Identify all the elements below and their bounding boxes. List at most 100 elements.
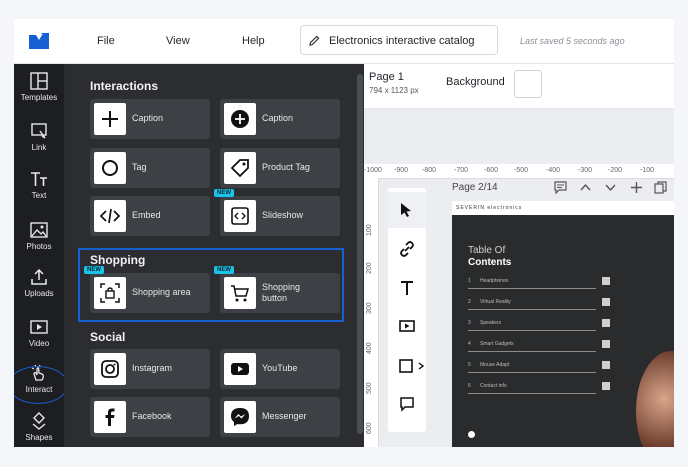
chevron-down-icon[interactable]: [604, 181, 617, 194]
text-tool[interactable]: [388, 270, 426, 306]
instagram-card[interactable]: Instagram: [90, 349, 210, 389]
shapes-icon: [32, 412, 46, 430]
rail-label-text: Text: [31, 191, 47, 200]
section-title-social: Social: [90, 330, 126, 344]
rail-label-shapes: Shapes: [25, 433, 53, 442]
code-icon: [100, 208, 120, 224]
rail-item-templates[interactable]: Templates: [14, 72, 64, 116]
caption-plus-card[interactable]: Caption: [90, 99, 210, 139]
rail-item-video[interactable]: Video: [14, 318, 64, 362]
ruler-h-tick: -400: [546, 167, 561, 174]
rail-label-templates: Templates: [20, 93, 58, 102]
video-tool[interactable]: [388, 308, 426, 344]
slideshow-label: Slideshow: [262, 210, 304, 220]
tag-icon-box: [94, 152, 126, 184]
rail-item-shapes[interactable]: Shapes: [14, 412, 64, 447]
facebook-icon-box: [94, 401, 126, 433]
toc-row-number: 1: [468, 278, 471, 284]
ruler-h-tick: -200: [608, 167, 623, 174]
ruler-v-tick: 100: [366, 224, 373, 236]
slideshow-icon-box: [224, 200, 256, 232]
rail-label-photos: Photos: [26, 242, 52, 251]
embed-icon-box: [94, 200, 126, 232]
vertical-ruler: 100 200 300 400 500 600: [364, 178, 379, 447]
select-tool[interactable]: [388, 192, 426, 228]
tool-strip: [388, 188, 426, 432]
toc-row: 1 Headphones: [468, 276, 610, 289]
tag-card[interactable]: Tag: [90, 148, 210, 188]
uploads-icon: [31, 268, 47, 285]
ruler-h-tick: -700: [454, 167, 469, 174]
rail-item-photos[interactable]: Photos: [14, 221, 64, 265]
app-logo-icon[interactable]: [28, 32, 50, 50]
video-play-icon: [399, 320, 415, 332]
add-page-icon[interactable]: [630, 181, 643, 194]
rail-label-uploads: Uploads: [24, 289, 54, 298]
panel-scrollbar[interactable]: [356, 64, 364, 447]
page-name: Page 1: [369, 71, 404, 83]
rail-item-text[interactable]: Text: [14, 170, 64, 214]
chevron-right-icon[interactable]: [418, 362, 424, 370]
toc-row-marker: [602, 298, 610, 306]
toc-row-number: 3: [468, 320, 471, 326]
shape-tool[interactable]: [388, 348, 426, 384]
toc-row-marker: [602, 319, 610, 327]
embed-card[interactable]: Embed: [90, 196, 210, 236]
toc-row-number: 2: [468, 299, 471, 305]
instagram-label: Instagram: [132, 363, 173, 373]
speaker-image: [636, 351, 674, 447]
toc-row: 2 Virtual Reality: [468, 297, 610, 310]
toc-row: 3 Speakers: [468, 318, 610, 331]
comment-icon[interactable]: [554, 181, 567, 194]
document-brand: SEVERIN electronics: [456, 205, 523, 211]
caption-plus-icon-box: [94, 103, 126, 135]
caption-circle-card[interactable]: Caption: [220, 99, 340, 139]
menu-view[interactable]: View: [166, 35, 190, 47]
toc-title-line2: Contents: [468, 257, 512, 268]
instagram-icon-box: [94, 353, 126, 385]
duplicate-page-icon[interactable]: [654, 181, 667, 194]
text-icon: [31, 172, 47, 186]
ruler-h-tick: -900: [394, 167, 409, 174]
document-title-field[interactable]: Electronics interactive catalog: [300, 25, 498, 55]
link-tool[interactable]: [388, 231, 426, 267]
menu-file[interactable]: File: [97, 35, 115, 47]
ruler-v-tick: 400: [366, 342, 373, 354]
slideshow-icon: [231, 207, 249, 225]
youtube-card[interactable]: YouTube: [220, 349, 340, 389]
rail-item-link[interactable]: Link: [14, 122, 64, 166]
rail-item-uploads[interactable]: Uploads: [14, 268, 64, 312]
chevron-up-icon[interactable]: [579, 181, 592, 194]
left-rail: Templates Link Text Photos Uploads Video…: [14, 64, 68, 447]
toc-row-title: Virtual Reality: [480, 299, 511, 305]
ruler-v-tick: 500: [366, 382, 373, 394]
ruler-h-tick: -1000: [364, 167, 382, 174]
product-tag-icon-box: [224, 152, 256, 184]
section-title-interactions: Interactions: [90, 79, 159, 93]
rail-label-link: Link: [31, 143, 47, 152]
speech-bubble-icon: [400, 397, 414, 412]
templates-icon: [30, 72, 48, 90]
comment-tool[interactable]: [388, 386, 426, 422]
toc-row-title: Headphones: [480, 278, 509, 284]
product-tag-card[interactable]: Product Tag: [220, 148, 340, 188]
tag-circle-icon: [102, 160, 118, 176]
document-page[interactable]: SEVERIN electronics Table Of Contents 1 H…: [452, 201, 674, 447]
background-color-swatch[interactable]: [514, 70, 542, 98]
facebook-card[interactable]: Facebook: [90, 397, 210, 437]
toc-row-marker: [602, 277, 610, 285]
background-label: Background: [446, 76, 505, 88]
messenger-label: Messenger: [262, 411, 307, 421]
panel-scrollbar-thumb[interactable]: [357, 74, 363, 434]
messenger-card[interactable]: Messenger: [220, 397, 340, 437]
facebook-label: Facebook: [132, 411, 172, 421]
circle-plus-icon: [231, 110, 249, 128]
slideshow-card[interactable]: NEW Slideshow: [214, 189, 340, 236]
pencil-icon: [309, 35, 320, 46]
toc-row: 6 Contact info: [468, 381, 610, 394]
facebook-icon: [105, 408, 115, 426]
page-toolbar: Page 2/14: [436, 178, 674, 198]
menu-help[interactable]: Help: [242, 35, 265, 47]
tag-label: Tag: [132, 162, 147, 172]
plus-icon: [102, 111, 118, 127]
